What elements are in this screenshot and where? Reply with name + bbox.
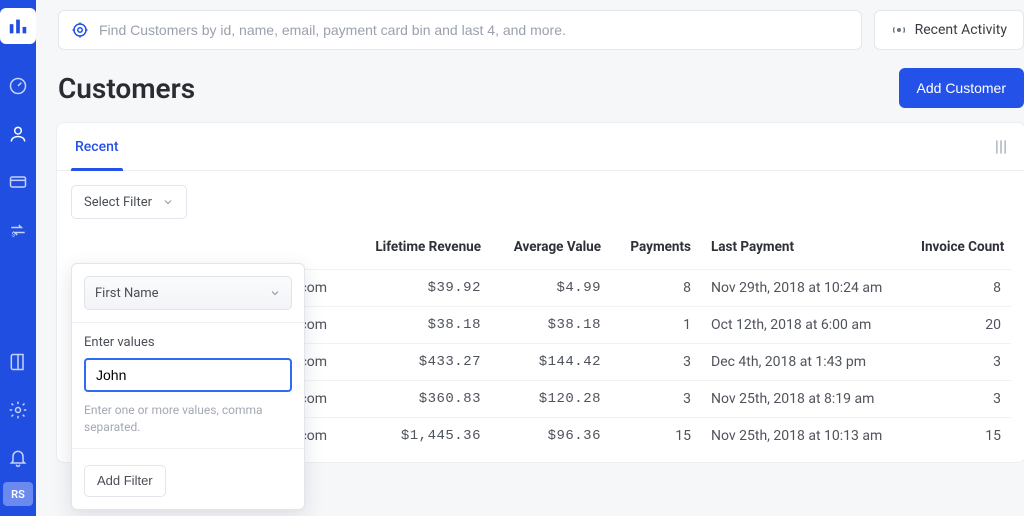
th-payments[interactable]: Payments: [611, 229, 701, 270]
chevron-down-icon: [162, 196, 174, 208]
user-icon: [8, 124, 28, 144]
svg-text:$: $: [11, 231, 15, 239]
bell-icon: [8, 448, 28, 468]
cell-avg: $38.18: [491, 307, 611, 344]
bar-chart-icon: [7, 15, 29, 37]
cell-lifetime: $39.92: [351, 270, 491, 307]
page-title: Customers: [58, 72, 195, 105]
add-filter-button[interactable]: Add Filter: [84, 465, 166, 497]
filter-values-label: Enter values: [84, 335, 292, 350]
transfer-icon: $: [8, 220, 28, 240]
nav-docs[interactable]: [2, 346, 34, 378]
add-customer-button[interactable]: Add Customer: [899, 68, 1024, 108]
cell-avg: $4.99: [491, 270, 611, 307]
select-filter-label: Select Filter: [84, 195, 152, 210]
filter-value-input[interactable]: [84, 358, 292, 392]
cell-lifetime: $38.18: [351, 307, 491, 344]
tab-recent[interactable]: Recent: [71, 123, 123, 170]
select-filter-button[interactable]: Select Filter: [71, 185, 187, 219]
cell-avg: $144.42: [491, 344, 611, 381]
search-input[interactable]: [99, 22, 849, 38]
cell-last-payment: Nov 25th, 2018 at 8:19 am: [701, 381, 911, 418]
cell-lifetime: $433.27: [351, 344, 491, 381]
nav-payments[interactable]: [2, 166, 34, 198]
card-icon: [8, 172, 28, 192]
cell-invoice-count: 3: [911, 381, 1011, 418]
cell-avg: $96.36: [491, 418, 611, 455]
cell-payments: 1: [611, 307, 701, 344]
nav-transactions[interactable]: $: [2, 214, 34, 246]
cell-lifetime: $360.83: [351, 381, 491, 418]
th-last-payment[interactable]: Last Payment: [701, 229, 911, 270]
cell-invoice-count: 3: [911, 344, 1011, 381]
filter-popover: First Name Enter values Enter one or mor…: [71, 263, 305, 510]
cell-last-payment: Dec 4th, 2018 at 1:43 pm: [701, 344, 911, 381]
filter-field-select[interactable]: First Name: [84, 276, 292, 310]
th-lifetime-revenue[interactable]: Lifetime Revenue: [351, 229, 491, 270]
cell-last-payment: Nov 25th, 2018 at 10:13 am: [701, 418, 911, 455]
nav-dashboard[interactable]: [2, 70, 34, 102]
nav-notifications[interactable]: [2, 442, 34, 474]
search-target-icon: [71, 21, 89, 39]
nav-settings[interactable]: [2, 394, 34, 426]
cell-payments: 15: [611, 418, 701, 455]
chevron-down-icon: [269, 287, 281, 299]
customers-card: Recent Select Filter: [56, 122, 1024, 463]
filter-field-label: First Name: [95, 286, 159, 301]
user-badge[interactable]: RS: [3, 482, 33, 506]
th-invoice-count[interactable]: Invoice Count: [911, 229, 1011, 270]
cell-lifetime: $1,445.36: [351, 418, 491, 455]
cell-avg: $120.28: [491, 381, 611, 418]
cell-invoice-count: 20: [911, 307, 1011, 344]
broadcast-icon: [891, 22, 907, 38]
logo[interactable]: [0, 8, 36, 44]
cell-payments: 3: [611, 381, 701, 418]
cell-last-payment: Oct 12th, 2018 at 6:00 am: [701, 307, 911, 344]
cell-last-payment: Nov 29th, 2018 at 10:24 am: [701, 270, 911, 307]
nav-customers[interactable]: [2, 118, 34, 150]
sidebar: $ RS: [0, 0, 36, 516]
filter-hint: Enter one or more values, comma separate…: [84, 402, 292, 436]
cell-invoice-count: 15: [911, 418, 1011, 455]
cell-invoice-count: 8: [911, 270, 1011, 307]
cell-payments: 3: [611, 344, 701, 381]
columns-icon[interactable]: [991, 137, 1011, 157]
gear-icon: [8, 400, 28, 420]
book-icon: [8, 352, 28, 372]
search-box[interactable]: [58, 10, 862, 50]
gauge-icon: [8, 76, 28, 96]
cell-payments: 8: [611, 270, 701, 307]
th-avg-value[interactable]: Average Value: [491, 229, 611, 270]
recent-activity-button[interactable]: Recent Activity: [874, 10, 1024, 50]
recent-activity-label: Recent Activity: [915, 22, 1007, 38]
